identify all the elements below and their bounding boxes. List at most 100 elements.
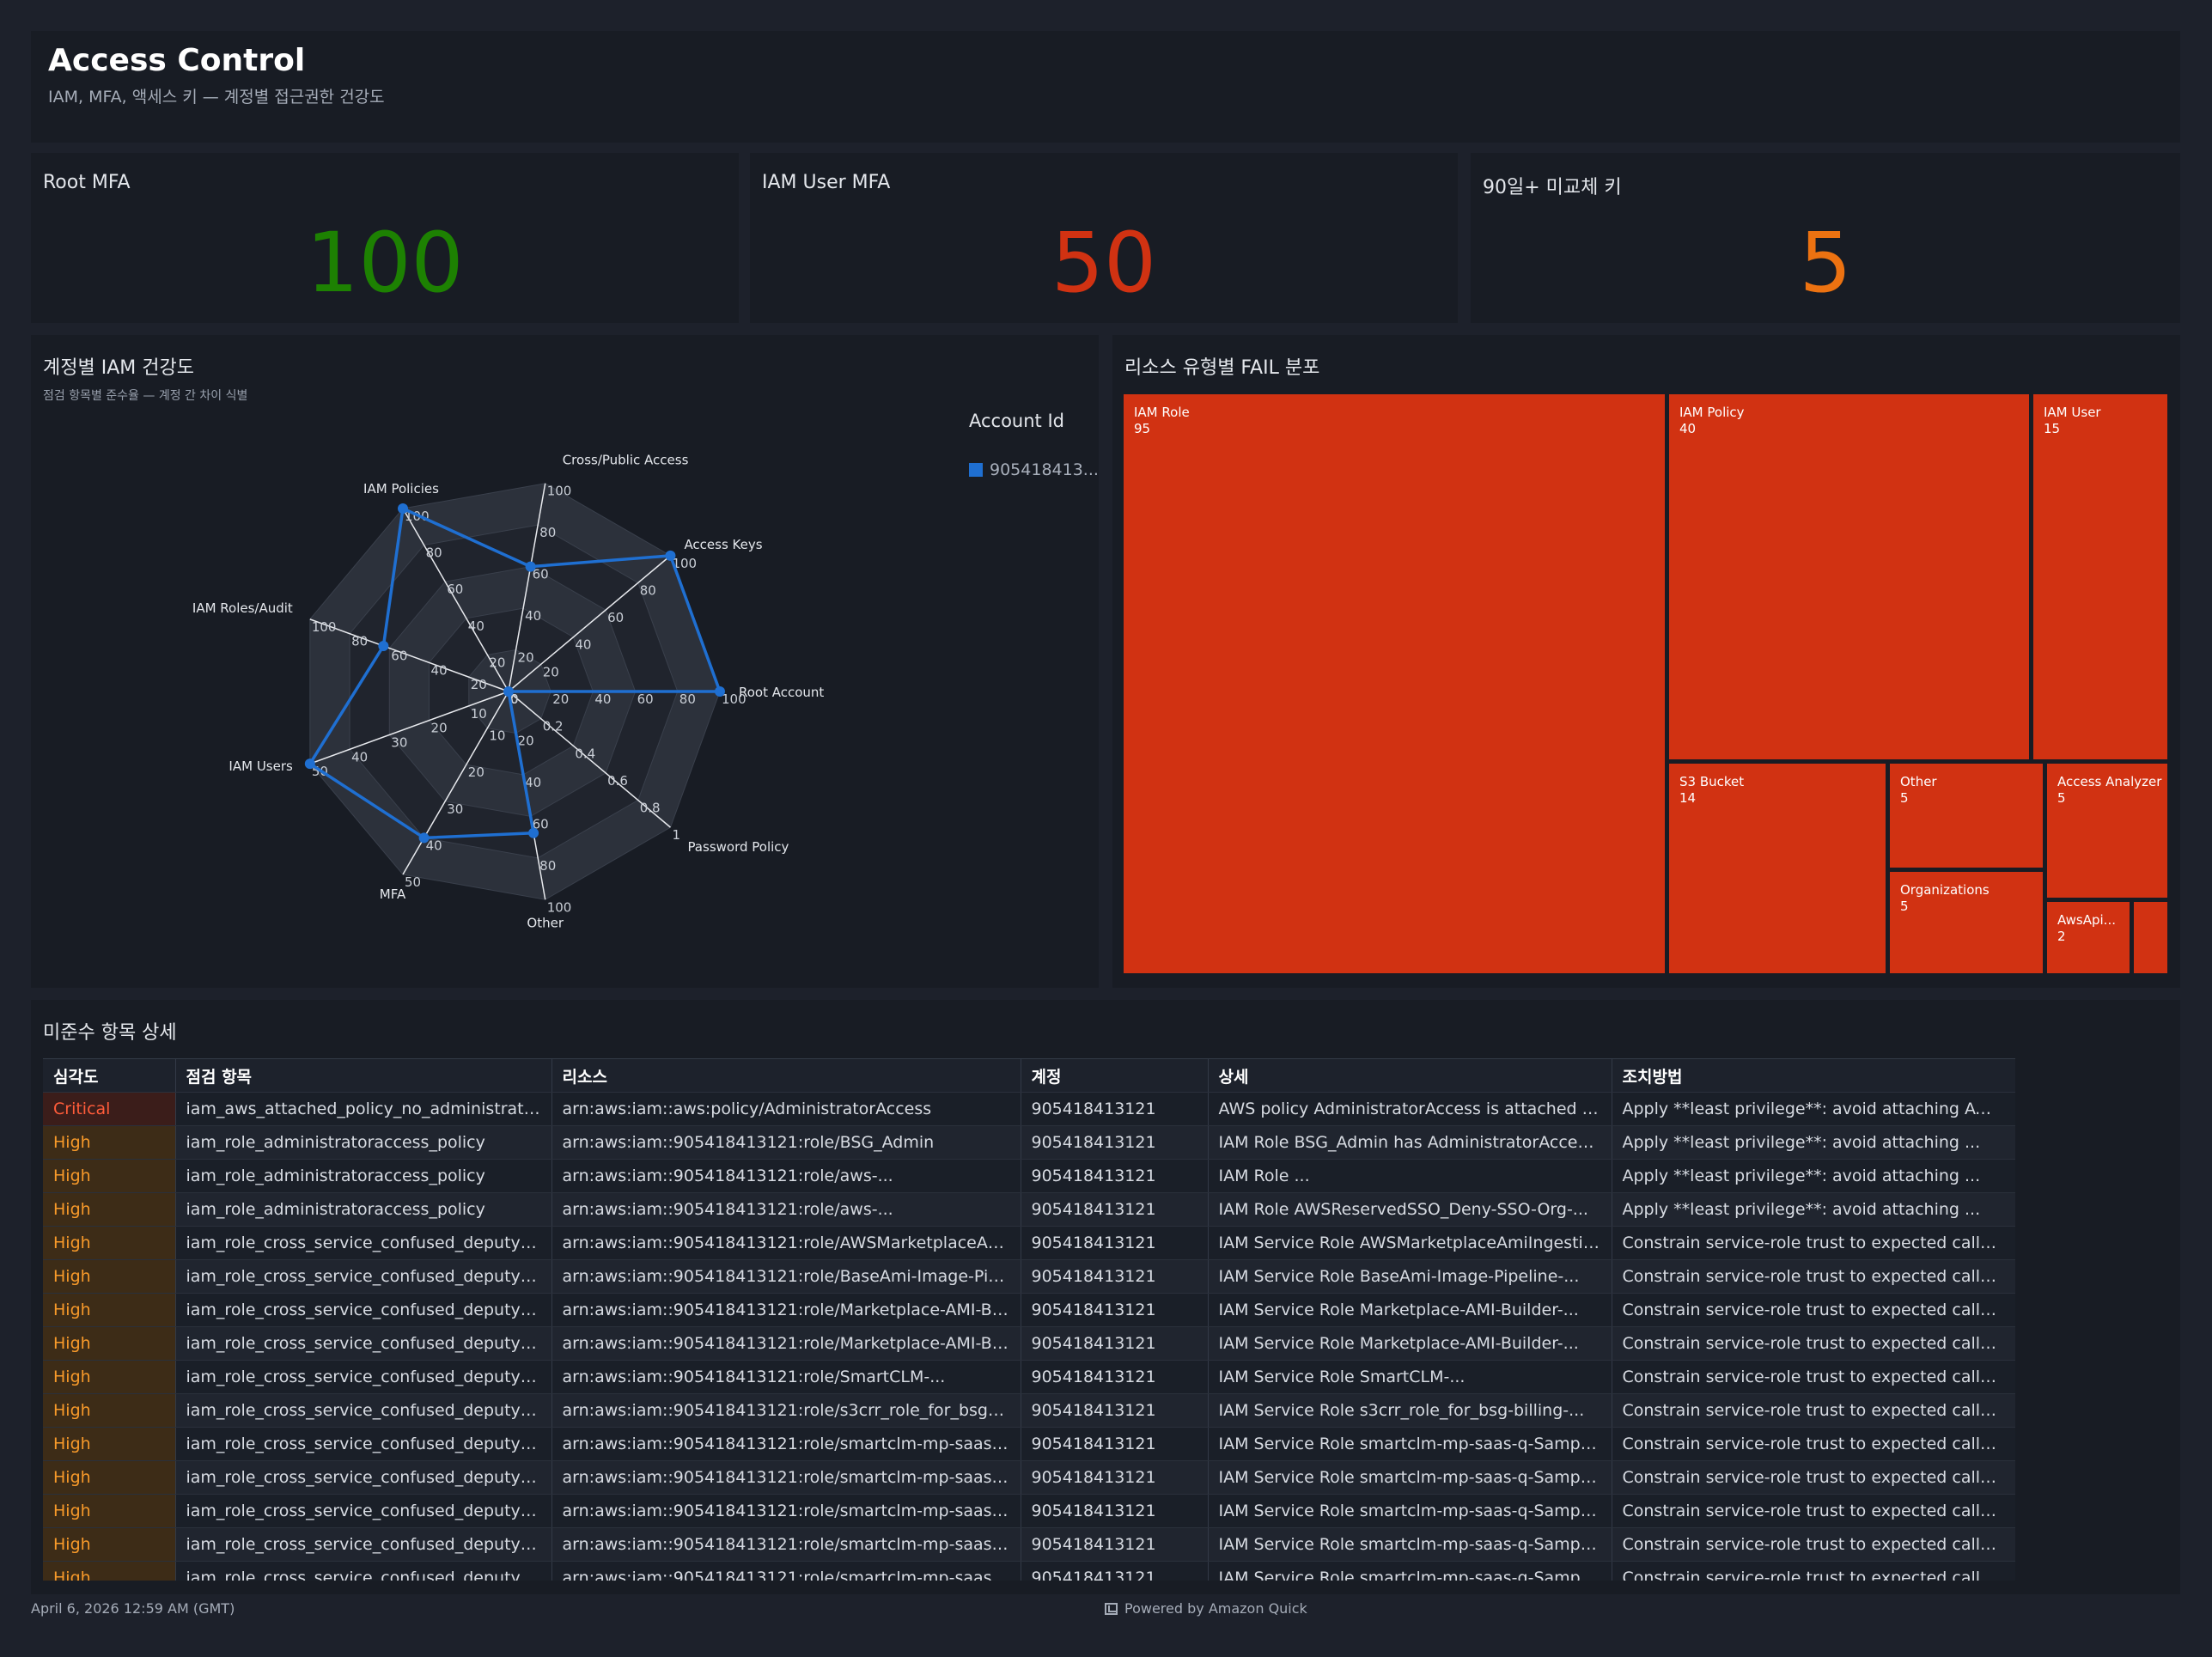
radar-tick-label: 80 [351, 634, 368, 649]
radar-tick-label: 20 [518, 733, 534, 748]
cell-remediation: Apply **least privilege**: avoid attachi… [1612, 1159, 2015, 1193]
cell-severity: High [43, 1360, 176, 1394]
radar-data-point[interactable] [398, 503, 408, 514]
radar-tick-label: 40 [351, 749, 368, 765]
radar-tick-label: 80 [640, 582, 656, 598]
radar-data-point[interactable] [715, 686, 725, 697]
radar-tick-label: 20 [552, 691, 569, 707]
radar-axis-label: IAM Roles/Audit [192, 600, 293, 616]
column-header-account[interactable]: 계정 [1021, 1058, 1209, 1093]
table-row[interactable]: High iam_role_cross_service_confused_depu… [43, 1360, 2015, 1394]
kpi-root-mfa[interactable]: Root MFA 100 [31, 153, 739, 323]
findings-table-panel[interactable]: 미준수 항목 상세 심각도 점검 항목 리소스 계정 상세 조치방법 Criti… [31, 1000, 2180, 1594]
cell-resource: arn:aws:iam::905418413121:role/Marketpla… [551, 1326, 1021, 1361]
radar-data-point[interactable] [525, 561, 536, 572]
table-row[interactable]: Critical iam_aws_attached_policy_no_admin… [43, 1092, 2015, 1126]
cell-remediation: Constrain service-role trust to expected… [1612, 1561, 2015, 1581]
treemap-cell-s3-bucket[interactable]: S3 Bucket 14 [1669, 764, 1886, 973]
cell-check: iam_role_cross_service_confused_deputy_p… [175, 1561, 552, 1581]
treemap-cell-iam-user[interactable]: IAM User 15 [2033, 394, 2167, 759]
cell-remediation: Constrain service-role trust to expected… [1612, 1326, 2015, 1361]
kpi-iam-user-mfa[interactable]: IAM User MFA 50 [750, 153, 1458, 323]
cell-severity: High [43, 1226, 176, 1260]
radar-axis-label: IAM Policies [363, 481, 439, 496]
radar-data-point[interactable] [304, 758, 315, 770]
cell-detail: IAM Service Role Marketplace-AMI-Builder… [1208, 1293, 1612, 1327]
radar-chart[interactable]: 0 20 40 60 80 10000.20.40.60.8102040608010001… [31, 335, 1099, 988]
cell-severity: Critical [43, 1092, 176, 1126]
table-row[interactable]: High iam_role_cross_service_confused_depu… [43, 1293, 2015, 1327]
radar-chart-panel[interactable]: 계정별 IAM 건강도 점검 항목별 준수율 — 계정 간 차이 식별 0 20 4… [31, 335, 1099, 988]
cell-account: 905418413121 [1021, 1527, 1209, 1562]
radar-data-point[interactable] [665, 550, 676, 561]
column-header-severity[interactable]: 심각도 [43, 1058, 176, 1093]
table-row[interactable]: High iam_role_administratoraccess_policy a… [43, 1159, 2015, 1193]
table-row[interactable]: High iam_role_cross_service_confused_depu… [43, 1527, 2015, 1562]
treemap-cell-unlabeled[interactable] [2134, 902, 2167, 973]
treemap-cell-organizations[interactable]: Organizations 5 [1890, 872, 2043, 973]
column-header-check[interactable]: 점검 항목 [175, 1058, 552, 1093]
cell-account: 905418413121 [1021, 1393, 1209, 1428]
cell-severity: High [43, 1494, 176, 1528]
radar-tick-label: 30 [447, 801, 463, 817]
column-header-detail[interactable]: 상세 [1208, 1058, 1612, 1093]
radar-tick-label: 40 [594, 691, 611, 707]
cell-resource: arn:aws:iam::aws:policy/AdministratorAcc… [551, 1092, 1021, 1126]
cell-resource: arn:aws:iam::905418413121:role/aws-... [551, 1192, 1021, 1227]
kpi-unrotated-keys[interactable]: 90일+ 미교체 키 5 [1471, 153, 2180, 323]
cell-account: 905418413121 [1021, 1427, 1209, 1461]
cell-remediation: Constrain service-role trust to expected… [1612, 1293, 2015, 1327]
table-row[interactable]: High iam_role_administratoraccess_policy a… [43, 1125, 2015, 1160]
kpi-title: 90일+ 미교체 키 [1483, 177, 1622, 198]
table-row[interactable]: High iam_role_cross_service_confused_depu… [43, 1226, 2015, 1260]
radar-tick-label: 0.2 [543, 719, 564, 734]
table-scroll-area[interactable]: 심각도 점검 항목 리소스 계정 상세 조치방법 Critical iam_aws… [43, 1058, 2015, 1581]
cell-detail: IAM Service Role smartclm-mp-saas-q-Samp… [1208, 1427, 1612, 1461]
column-header-resource[interactable]: 리소스 [551, 1058, 1021, 1093]
radar-tick-label: 20 [471, 677, 487, 692]
radar-data-point[interactable] [418, 832, 430, 844]
cell-detail: IAM Role ... [1208, 1159, 1612, 1193]
footer-powered-by[interactable]: Powered by Amazon Quick [1105, 1600, 1307, 1617]
radar-data-point[interactable] [528, 827, 539, 838]
radar-data-point[interactable] [503, 686, 514, 697]
table-row[interactable]: High iam_role_cross_service_confused_depu… [43, 1259, 2015, 1294]
cell-remediation: Constrain service-role trust to expected… [1612, 1226, 2015, 1260]
table-row[interactable]: High iam_role_administratoraccess_policy a… [43, 1192, 2015, 1227]
radar-tick-label: 80 [539, 858, 556, 874]
radar-tick-label: 10 [471, 706, 487, 722]
treemap-cell-name: S3 Bucket [1679, 774, 1745, 789]
treemap-cell-iam-role[interactable]: IAM Role 95 [1124, 394, 1665, 973]
cell-resource: arn:aws:iam::905418413121:role/smartclm-… [551, 1527, 1021, 1562]
cell-severity: High [43, 1393, 176, 1428]
legend-item-account[interactable]: 905418413... [969, 460, 1099, 479]
radar-data-point[interactable] [378, 640, 389, 651]
radar-tick-label: 40 [431, 662, 448, 678]
cell-check: iam_role_cross_service_confused_deputy_p… [175, 1259, 552, 1294]
column-header-remediation[interactable]: 조치방법 [1612, 1058, 2015, 1093]
table-row[interactable]: High iam_role_cross_service_confused_depu… [43, 1460, 2015, 1495]
cell-severity: High [43, 1293, 176, 1327]
radar-tick-label: 0.4 [575, 746, 595, 761]
treemap-cell-awsapi[interactable]: AwsApi... 2 [2047, 902, 2130, 973]
legend-swatch [969, 463, 983, 477]
treemap-cell-other[interactable]: Other 5 [1890, 764, 2043, 868]
table-row[interactable]: High iam_role_cross_service_confused_depu… [43, 1494, 2015, 1528]
cell-detail: IAM Role AWSReservedSSO_Deny-SSO-Org-... [1208, 1192, 1612, 1227]
cell-resource: arn:aws:iam::905418413121:role/BSG_Admin [551, 1125, 1021, 1160]
treemap-cell-access-analyzer[interactable]: Access Analyzer 5 [2047, 764, 2167, 898]
cell-account: 905418413121 [1021, 1561, 1209, 1581]
cell-remediation: Constrain service-role trust to expected… [1612, 1360, 2015, 1394]
cell-resource: arn:aws:iam::905418413121:role/BaseAmi-I… [551, 1259, 1021, 1294]
table-row[interactable]: High iam_role_cross_service_confused_depu… [43, 1427, 2015, 1461]
table-row[interactable]: High iam_role_cross_service_confused_depu… [43, 1561, 2015, 1581]
treemap-cell-name: IAM User [2044, 405, 2101, 420]
cell-remediation: Apply **least privilege**: avoid attachi… [1612, 1125, 2015, 1160]
treemap-cell-iam-policy[interactable]: IAM Policy 40 [1669, 394, 2029, 759]
legend-title: Account Id [969, 411, 1064, 431]
cell-check: iam_role_administratoraccess_policy [175, 1192, 552, 1227]
treemap-panel[interactable]: 리소스 유형별 FAIL 분포 IAM Role 95 IAM Policy 40 … [1112, 335, 2180, 988]
cell-account: 905418413121 [1021, 1159, 1209, 1193]
table-row[interactable]: High iam_role_cross_service_confused_depu… [43, 1393, 2015, 1428]
table-row[interactable]: High iam_role_cross_service_confused_depu… [43, 1326, 2015, 1361]
